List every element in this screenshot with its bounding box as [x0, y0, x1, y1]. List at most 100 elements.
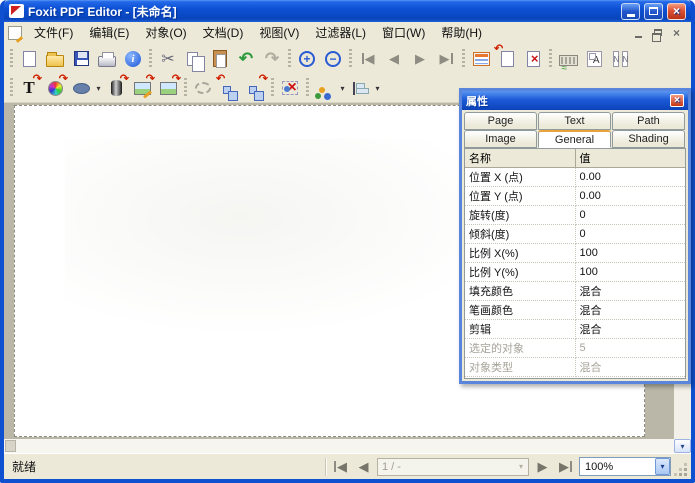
property-value[interactable]: 0: [575, 225, 685, 244]
column-header-name[interactable]: 名称: [465, 149, 575, 168]
table-row[interactable]: 选定的对象 5: [465, 339, 685, 358]
add-path-button[interactable]: [42, 76, 68, 101]
menu-item[interactable]: 帮助(H): [433, 22, 490, 43]
delete-page-button[interactable]: [520, 46, 546, 71]
shape-dropdown-caret[interactable]: ▾: [94, 84, 103, 93]
table-row[interactable]: 填充颜色 混合: [465, 282, 685, 301]
properties-tab[interactable]: Image: [464, 130, 537, 148]
delete-object-button[interactable]: [277, 76, 303, 101]
page-number-combo[interactable]: 1 / -: [377, 458, 529, 476]
menu-item[interactable]: 对象(O): [137, 22, 194, 43]
properties-tab[interactable]: Text: [538, 112, 611, 130]
status-prev-page-button[interactable]: [352, 457, 375, 476]
table-row[interactable]: 位置 X (点) 0.00: [465, 168, 685, 187]
table-row[interactable]: 倾斜(度) 0: [465, 225, 685, 244]
column-layout-button[interactable]: [607, 46, 633, 71]
property-value[interactable]: 0.00: [575, 168, 685, 187]
status-next-page-button[interactable]: [531, 457, 554, 476]
group-button[interactable]: [216, 76, 242, 101]
menu-item[interactable]: 视图(V): [251, 22, 307, 43]
align-button[interactable]: [347, 76, 373, 101]
undo-button[interactable]: [233, 46, 259, 71]
status-last-page-button[interactable]: [554, 457, 577, 476]
save-button[interactable]: [68, 46, 94, 71]
redo-button[interactable]: [259, 46, 285, 71]
print-button[interactable]: [94, 46, 120, 71]
table-row[interactable]: 比例 X(%) 100: [465, 244, 685, 263]
next-page-button[interactable]: [407, 46, 433, 71]
menu-item[interactable]: 文件(F): [26, 22, 81, 43]
property-value[interactable]: 混合: [575, 320, 685, 339]
last-page-button[interactable]: [433, 46, 459, 71]
close-button[interactable]: ×: [667, 3, 686, 20]
table-row[interactable]: 剪辑 混合: [465, 320, 685, 339]
scroll-down-button[interactable]: [674, 439, 691, 453]
zoom-in-button[interactable]: [294, 46, 320, 71]
first-page-button[interactable]: [355, 46, 381, 71]
table-row[interactable]: 旋转(度) 0: [465, 206, 685, 225]
property-value[interactable]: 100: [575, 263, 685, 282]
property-value[interactable]: 5: [575, 339, 685, 358]
property-value[interactable]: 0.00: [575, 187, 685, 206]
add-text-button[interactable]: [16, 76, 42, 101]
property-value[interactable]: 混合: [575, 358, 685, 377]
add-image-button[interactable]: [155, 76, 181, 101]
menu-item[interactable]: 文档(D): [195, 22, 252, 43]
text-attributes-button[interactable]: [581, 46, 607, 71]
maximize-button[interactable]: [644, 3, 663, 20]
arrange-dropdown-caret[interactable]: ▾: [338, 84, 347, 93]
properties-tab[interactable]: Page: [464, 112, 537, 130]
page-number-value[interactable]: 1 / -: [378, 461, 514, 473]
ungroup-button[interactable]: [242, 76, 268, 101]
open-button[interactable]: [42, 46, 68, 71]
about-button[interactable]: [120, 46, 146, 71]
new-button[interactable]: [16, 46, 42, 71]
prev-page-button[interactable]: [381, 46, 407, 71]
align-dropdown-caret[interactable]: ▾: [373, 84, 382, 93]
property-value[interactable]: 混合: [575, 301, 685, 320]
chevron-down-icon[interactable]: [655, 458, 670, 475]
arrange-button[interactable]: [312, 76, 338, 101]
property-value[interactable]: 混合: [575, 282, 685, 301]
edit-image-button[interactable]: [129, 76, 155, 101]
chevron-down-icon[interactable]: [514, 459, 528, 475]
toolbar-grip[interactable]: [9, 78, 14, 98]
mdi-close-button[interactable]: ×: [668, 25, 685, 40]
touchup-button[interactable]: [555, 46, 581, 71]
properties-tab[interactable]: Shading: [612, 130, 685, 148]
mdi-restore-button[interactable]: [649, 25, 666, 40]
menu-item[interactable]: 窗口(W): [374, 22, 433, 43]
mdi-minimize-button[interactable]: [630, 25, 647, 40]
toolbar-grip[interactable]: [9, 49, 14, 69]
status-first-page-button[interactable]: [329, 457, 352, 476]
minimize-button[interactable]: [621, 3, 640, 20]
add-shading-button[interactable]: [103, 76, 129, 101]
zoom-out-button[interactable]: [320, 46, 346, 71]
table-row[interactable]: 对象类型 混合: [465, 358, 685, 377]
import-page-button[interactable]: [494, 46, 520, 71]
table-row[interactable]: 笔画颜色 混合: [465, 301, 685, 320]
resize-grip[interactable]: [675, 464, 688, 477]
properties-panel-titlebar[interactable]: 属性: [462, 91, 688, 110]
property-value[interactable]: 100: [575, 244, 685, 263]
properties-tab[interactable]: Path: [612, 112, 685, 130]
panel-close-button[interactable]: [670, 94, 684, 107]
column-header-value[interactable]: 值: [575, 149, 685, 168]
scroll-left-button[interactable]: [5, 440, 16, 452]
menu-item[interactable]: 过滤器(L): [307, 22, 374, 43]
paste-button[interactable]: [207, 46, 233, 71]
property-value[interactable]: 0: [575, 206, 685, 225]
table-row[interactable]: 位置 Y (点) 0.00: [465, 187, 685, 206]
zoom-value[interactable]: 100%: [580, 461, 655, 473]
copy-button[interactable]: [181, 46, 207, 71]
copy-icon: [187, 52, 198, 66]
cut-button[interactable]: [155, 46, 181, 71]
select-tool-button[interactable]: [190, 76, 216, 101]
page-properties-button[interactable]: [468, 46, 494, 71]
add-shape-button[interactable]: [68, 76, 94, 101]
menu-item[interactable]: 编辑(E): [81, 22, 137, 43]
table-row[interactable]: 比例 Y(%) 100: [465, 263, 685, 282]
properties-tab[interactable]: General: [538, 130, 611, 148]
horizontal-scrollbar[interactable]: [4, 439, 674, 453]
zoom-combo[interactable]: 100%: [579, 457, 671, 476]
